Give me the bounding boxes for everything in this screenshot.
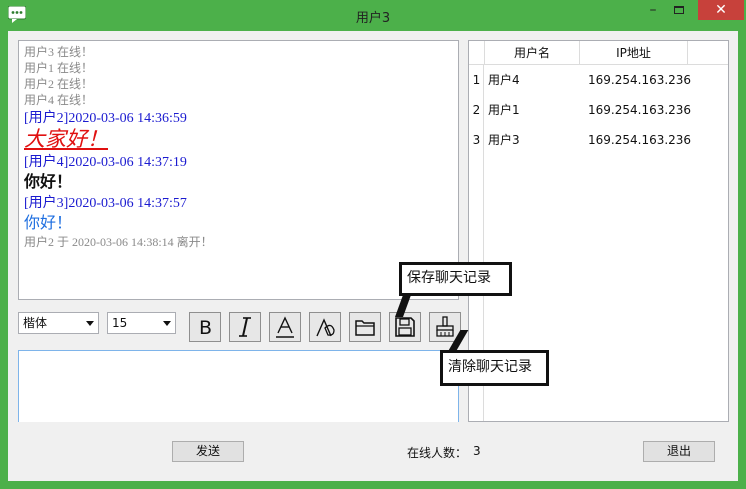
row-index: 1 [472,73,481,87]
chevron-down-icon [86,321,94,326]
window-border-left [0,31,8,489]
save-chat-callout: 保存聊天记录 [399,262,512,296]
exit-button[interactable]: 退出 [643,441,715,462]
chat-message-header: [用户3]2020-03-06 14:37:57 [24,196,187,211]
send-button[interactable]: 发送 [172,441,244,462]
message-input[interactable] [18,350,459,422]
minimize-icon: – [649,2,657,18]
save-chat-button[interactable] [389,312,421,342]
chat-message: 用户2 于 2020-03-06 14:38:14 离开！ [24,235,213,249]
user-ip-cell: 169.254.163.236 [588,133,692,147]
italic-icon [239,317,251,337]
font-family-value: 楷体 [23,316,48,330]
open-file-button[interactable] [349,312,381,342]
chat-message-header: [用户2]2020-03-06 14:36:59 [24,111,187,126]
window-border-bottom [0,481,746,489]
italic-button[interactable] [229,312,261,342]
save-icon [395,317,415,337]
window-border-right [738,31,746,489]
user-ip-cell: 169.254.163.236 [588,73,692,87]
user-name-cell: 用户3 [488,133,520,147]
row-index: 2 [472,103,481,117]
chat-message: 你好！ [24,172,73,191]
bold-icon: B [199,317,212,338]
row-index: 3 [472,133,481,147]
user-table-header: 用户名 IP地址 [469,41,728,65]
column-header-username[interactable]: 用户名 [484,41,580,65]
online-count-label: 在线人数： [407,446,468,460]
broom-icon [436,316,454,337]
chat-message: 用户2 在线！ [24,77,94,91]
user-table-row[interactable]: 3 用户3 169.254.163.236 [469,125,728,155]
title-bar[interactable]: 用户3 – ✕ [0,0,746,31]
user-ip-cell: 169.254.163.236 [588,103,692,117]
close-icon: ✕ [715,2,727,18]
folder-icon [355,320,375,336]
underline-icon [276,316,294,338]
user-name-cell: 用户1 [488,103,520,117]
underline-button[interactable] [269,312,301,342]
chat-message: 用户3 在线！ [24,45,94,59]
font-size-value: 15 [112,316,128,330]
window-title: 用户3 [355,11,391,26]
chat-message: 大家好！ [24,127,108,151]
font-family-select[interactable]: 楷体 [18,312,99,334]
close-button[interactable]: ✕ [698,0,744,20]
maximize-icon [674,6,684,14]
user-table-row[interactable]: 2 用户1 169.254.163.236 [469,95,728,125]
user-table-row[interactable]: 1 用户4 169.254.163.236 [469,65,728,95]
bold-button[interactable]: B [189,312,221,342]
column-header-ip[interactable]: IP地址 [580,41,688,65]
chat-message: 你好！ [24,213,73,232]
chevron-down-icon [163,321,171,326]
online-count-value: 3 [473,444,481,458]
chat-message: 用户4 在线！ [24,93,94,107]
minimize-button[interactable]: – [640,0,666,20]
color-drop-icon [316,318,335,337]
clear-chat-callout: 清除聊天记录 [440,350,549,386]
svg-text:B: B [199,317,212,338]
user-name-cell: 用户4 [488,73,520,87]
chat-message-header: [用户4]2020-03-06 14:37:19 [24,155,187,170]
font-size-select[interactable]: 15 [107,312,176,334]
maximize-button[interactable] [666,0,692,20]
text-color-button[interactable] [309,312,341,342]
chat-history[interactable]: 用户3 在线！ 用户1 在线！ 用户2 在线！ 用户4 在线！ [用户2]2020-03… [18,40,459,300]
chat-message: 用户1 在线！ [24,61,94,75]
